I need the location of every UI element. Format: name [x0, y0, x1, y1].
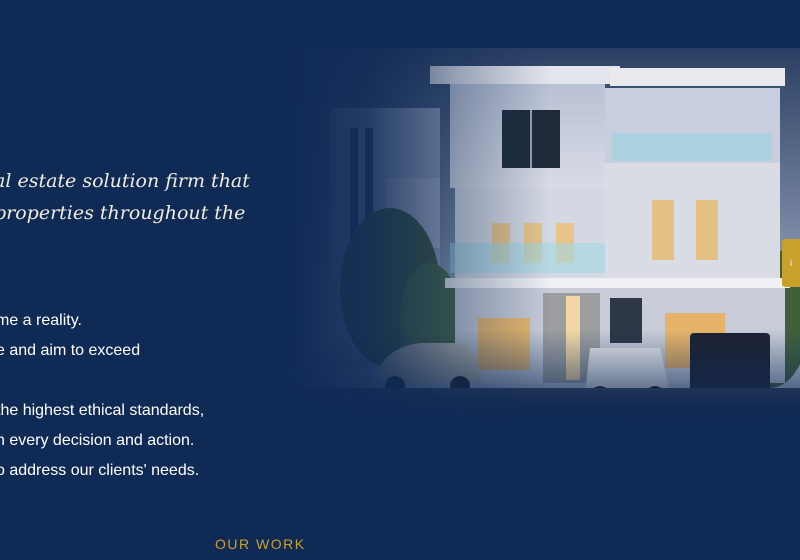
side-tab-button[interactable]: i: [782, 239, 800, 287]
intro-line: al estate solution firm that: [0, 170, 250, 192]
intro-line: properties throughout the: [0, 202, 246, 224]
value-line: e and aim to exceed: [0, 342, 141, 359]
value-line: the highest ethical standards,: [0, 402, 205, 419]
value-line: [0, 366, 204, 396]
about-intro-text: al estate solution firm that properties …: [0, 165, 264, 229]
value-line: me a reality.: [0, 312, 82, 329]
our-work-heading: OUR WORK: [215, 536, 306, 552]
hero-house-image: [290, 48, 800, 418]
value-line: o address our clients' needs.: [0, 462, 200, 479]
about-values-text: me a reality. e and aim to exceed the hi…: [0, 306, 204, 486]
value-line: n every decision and action.: [0, 432, 195, 449]
